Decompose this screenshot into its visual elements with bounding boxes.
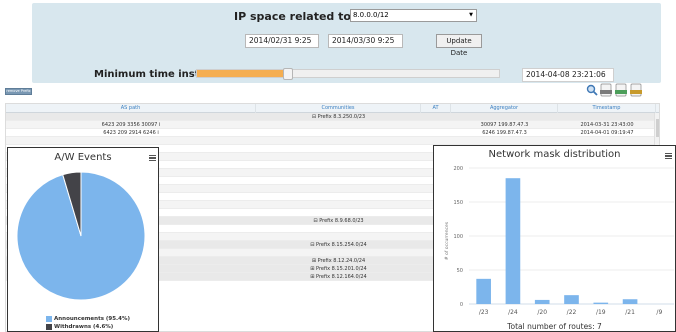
bar-4[interactable] xyxy=(593,302,609,304)
export-csv-icon[interactable] xyxy=(600,83,612,97)
cell-communities xyxy=(256,201,421,209)
ip-space-label: IP space related to xyxy=(234,10,351,23)
cell-at xyxy=(421,137,451,145)
table-header: AS path Communities AT Aggregator Timest… xyxy=(6,104,659,113)
x-tick-label: /24 xyxy=(508,309,518,316)
time-slider-handle[interactable] xyxy=(283,68,294,80)
prefix-group-label: ⊟ Prefix 8.15.254.0/24 xyxy=(310,242,367,248)
col-aggregator[interactable]: Aggregator xyxy=(451,104,558,113)
bgp-dashboard: IP space related to 8.0.0.0/12 ▼ 2014/02… xyxy=(0,0,676,332)
instant-display: 2014-04-08 23:21:06 xyxy=(522,68,614,82)
cell-communities xyxy=(256,153,421,161)
x-tick-label: /23 xyxy=(479,309,489,316)
x-tick-label: /20 xyxy=(537,309,547,316)
prefix-group-label: ⊞ Prefix 8.12.24.0/24 xyxy=(311,258,366,264)
cell-communities xyxy=(256,137,421,145)
cell-communities xyxy=(256,209,421,217)
time-slider[interactable] xyxy=(196,68,500,80)
pie-menu-icon[interactable] xyxy=(149,155,156,161)
prefix-group-label: ⊟ Prefix 8.9.68.0/23 xyxy=(313,218,364,224)
x-tick-label: /21 xyxy=(625,309,635,316)
cell-communities xyxy=(256,121,421,129)
aw-events-chart: A/W Events Announcements (95.4%) Withdraw… xyxy=(7,147,159,332)
prefix-select[interactable]: 8.0.0.0/12 ▼ xyxy=(350,9,477,22)
bar-5[interactable] xyxy=(622,299,638,304)
table-row[interactable]: 6423 209 3356 30097 i 30097 199.87.47.3 20… xyxy=(6,121,659,129)
legend-swatch-0 xyxy=(46,316,52,322)
network-mask-chart: Network mask distribution 0 50 100 150 200 # … xyxy=(433,145,676,332)
cell-communities xyxy=(256,161,421,169)
remove-prefix-button[interactable]: remove Prefix xyxy=(5,88,32,95)
table-row[interactable]: 6423 209 2914 6246 i 6246 199.87.47.3 2014… xyxy=(6,129,659,137)
cell-communities xyxy=(256,225,421,233)
cell-communities xyxy=(256,185,421,193)
prefix-group-label: ⊞ Prefix 8.12.164.0/24 xyxy=(310,274,367,280)
cell-communities xyxy=(256,177,421,185)
total-routes-label: Total number of routes: 7 xyxy=(507,322,602,331)
cell-timestamp: 2014-04-01 09:19:47 xyxy=(580,130,634,136)
update-date-button[interactable]: Update Date xyxy=(436,34,482,57)
y-tick-label: 100 xyxy=(453,234,463,240)
cell-as-path: 6423 209 3356 30097 i xyxy=(101,122,161,128)
export-xml-icon[interactable] xyxy=(630,83,642,97)
cell-aggregator: 30097 199.87.47.3 xyxy=(480,122,529,128)
table-scrollbar-thumb[interactable] xyxy=(656,119,659,137)
pie-chart-title: A/W Events xyxy=(54,152,112,163)
search-icon[interactable] xyxy=(586,83,598,97)
cell-communities xyxy=(256,129,421,137)
col-as-path[interactable]: AS path xyxy=(6,104,256,113)
cell-communities xyxy=(256,233,421,241)
x-tick-label: /9 xyxy=(656,309,662,316)
cell-communities xyxy=(256,249,421,257)
legend-label-1[interactable]: Withdrawns (4.6%) xyxy=(54,324,113,330)
export-json-icon[interactable] xyxy=(615,83,627,97)
cell-timestamp xyxy=(558,137,656,145)
time-slider-fill xyxy=(197,70,289,77)
y-tick-label: 0 xyxy=(460,302,463,308)
cell-communities xyxy=(256,193,421,201)
cell-as-path xyxy=(6,137,256,145)
cell-timestamp: 2014-03-31 23:43:00 xyxy=(580,122,634,128)
cell-at xyxy=(421,121,451,129)
x-tick-label: /19 xyxy=(596,309,606,316)
pie-plot xyxy=(16,171,146,301)
control-panel: IP space related to 8.0.0.0/12 ▼ 2014/02… xyxy=(32,3,661,83)
prefix-group-label: ⊞ Prefix 8.15.201.0/24 xyxy=(310,266,367,272)
bar-plot: 0 50 100 150 200 # of occurrences/23/24/20/22… xyxy=(444,166,674,316)
col-at[interactable]: AT xyxy=(421,104,451,113)
prefix-group-row[interactable]: ⊟ Prefix 8.3.250.0/23 xyxy=(6,113,659,121)
chevron-down-icon: ▼ xyxy=(469,12,473,18)
y-axis-label: # of occurrences xyxy=(444,221,450,260)
bar-0[interactable] xyxy=(476,278,491,304)
bar-2[interactable] xyxy=(534,299,550,304)
bar-1[interactable] xyxy=(505,178,521,304)
to-date-input[interactable]: 2014/03/30 9:25 xyxy=(328,34,403,48)
prefix-group-label: ⊟ Prefix 8.3.250.0/23 xyxy=(311,114,366,120)
cell-aggregator: 6246 199.87.47.3 xyxy=(482,130,527,136)
cell-aggregator xyxy=(451,137,558,145)
y-tick-label: 50 xyxy=(457,268,463,274)
col-timestamp[interactable]: Timestamp xyxy=(558,104,656,113)
x-tick-label: /22 xyxy=(567,309,577,316)
prefix-select-value: 8.0.0.0/12 xyxy=(353,11,389,19)
cell-communities xyxy=(256,169,421,177)
legend-label-0[interactable]: Announcements (95.4%) xyxy=(54,316,130,322)
y-tick-label: 200 xyxy=(453,166,463,172)
cell-as-path: 6423 209 2914 6246 i xyxy=(103,130,159,136)
bar-3[interactable] xyxy=(564,295,579,304)
table-row[interactable] xyxy=(6,137,659,145)
col-communities[interactable]: Communities xyxy=(256,104,421,113)
from-date-input[interactable]: 2014/02/31 9:25 xyxy=(245,34,319,48)
cell-communities xyxy=(256,145,421,153)
cell-at xyxy=(421,129,451,137)
y-tick-label: 150 xyxy=(453,200,463,206)
legend-swatch-1 xyxy=(46,324,52,330)
